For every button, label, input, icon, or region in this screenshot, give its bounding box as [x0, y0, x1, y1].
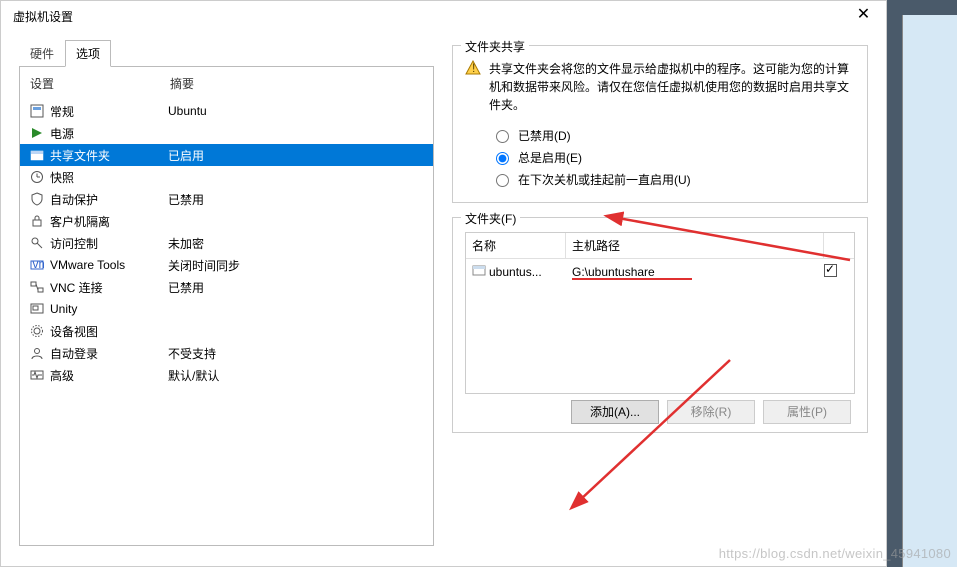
list-row-unity[interactable]: Unity — [20, 298, 433, 320]
radio-disabled[interactable]: 已禁用(D) — [491, 124, 855, 146]
folders-group: 文件夹(F) 名称 主机路径 ubuntus... G:\ubuntusha — [452, 217, 868, 433]
list-row-vmware-tools[interactable]: vm VMware Tools 关闭时间同步 — [20, 254, 433, 276]
radio-always-enabled[interactable]: 总是启用(E) — [491, 146, 855, 168]
header-setting: 设置 — [30, 75, 170, 92]
play-icon — [28, 125, 46, 141]
folder-list-header: 名称 主机路径 — [466, 233, 854, 259]
clock-icon — [28, 169, 46, 185]
folder-list: 名称 主机路径 ubuntus... G:\ubuntushare — [465, 232, 855, 394]
key-icon — [28, 235, 46, 251]
sharing-warning: ! 共享文件夹会将您的文件显示给虚拟机中的程序。这可能为您的计算机和数据带来风险… — [465, 60, 855, 114]
add-button[interactable]: 添加(A)... — [571, 400, 659, 424]
vm-settings-dialog: 虚拟机设置 ✕ 硬件 选项 设置 摘要 常规 Ubuntu — [0, 0, 887, 567]
vnc-icon — [28, 279, 46, 295]
general-icon — [28, 103, 46, 119]
folders-title: 文件夹(F) — [461, 210, 520, 227]
person-icon — [28, 345, 46, 361]
folder-row[interactable]: ubuntus... G:\ubuntushare — [466, 259, 854, 284]
dialog-title: 虚拟机设置 — [13, 8, 73, 25]
folder-name: ubuntus... — [489, 265, 542, 279]
list-row-general[interactable]: 常规 Ubuntu — [20, 100, 433, 122]
warning-text: 共享文件夹会将您的文件显示给虚拟机中的程序。这可能为您的计算机和数据带来风险。请… — [489, 60, 855, 114]
gear-icon — [28, 323, 46, 339]
tab-options[interactable]: 选项 — [65, 40, 111, 67]
tab-strip: 硬件 选项 — [19, 40, 434, 67]
col-path: 主机路径 — [566, 233, 824, 258]
list-row-appliance-view[interactable]: 设备视图 — [20, 320, 433, 342]
folder-sharing-title: 文件夹共享 — [461, 38, 529, 55]
folder-share-icon — [28, 147, 46, 163]
shield-icon — [28, 191, 46, 207]
folder-path: G:\ubuntushare — [572, 265, 655, 279]
close-button[interactable]: ✕ — [841, 1, 886, 31]
list-row-power[interactable]: 电源 — [20, 122, 433, 144]
lock-icon — [28, 213, 46, 229]
list-row-advanced[interactable]: 高级 默认/默认 — [20, 364, 433, 386]
svg-text:!: ! — [472, 61, 475, 75]
pulse-icon — [28, 367, 46, 383]
watermark: https://blog.csdn.net/weixin_45941080 — [719, 546, 951, 561]
titlebar: 虚拟机设置 ✕ — [1, 1, 886, 31]
folder-enabled-checkbox[interactable] — [824, 264, 837, 277]
svg-text:vm: vm — [33, 258, 45, 271]
list-row-vnc[interactable]: VNC 连接 已禁用 — [20, 276, 433, 298]
radio-enabled-until[interactable]: 在下次关机或挂起前一直启用(U) — [491, 168, 855, 190]
properties-button: 属性(P) — [763, 400, 851, 424]
folder-icon — [472, 263, 486, 280]
list-row-autoprotect[interactable]: 自动保护 已禁用 — [20, 188, 433, 210]
list-header: 设置 摘要 — [20, 67, 433, 100]
list-row-guest-isolation[interactable]: 客户机隔离 — [20, 210, 433, 232]
header-summary: 摘要 — [170, 75, 194, 92]
vmware-icon: vm — [28, 257, 46, 273]
list-row-shared-folders[interactable]: 共享文件夹 已启用 — [20, 144, 433, 166]
list-row-access-control[interactable]: 访问控制 未加密 — [20, 232, 433, 254]
list-row-snapshots[interactable]: 快照 — [20, 166, 433, 188]
warning-icon: ! — [465, 60, 481, 76]
list-row-autologon[interactable]: 自动登录 不受支持 — [20, 342, 433, 364]
tab-hardware[interactable]: 硬件 — [19, 40, 65, 67]
folder-sharing-group: 文件夹共享 ! 共享文件夹会将您的文件显示给虚拟机中的程序。这可能为您的计算机和… — [452, 45, 868, 203]
settings-list: 设置 摘要 常规 Ubuntu 电源 — [19, 66, 434, 546]
remove-button: 移除(R) — [667, 400, 755, 424]
unity-icon — [28, 301, 46, 317]
col-name: 名称 — [466, 233, 566, 258]
